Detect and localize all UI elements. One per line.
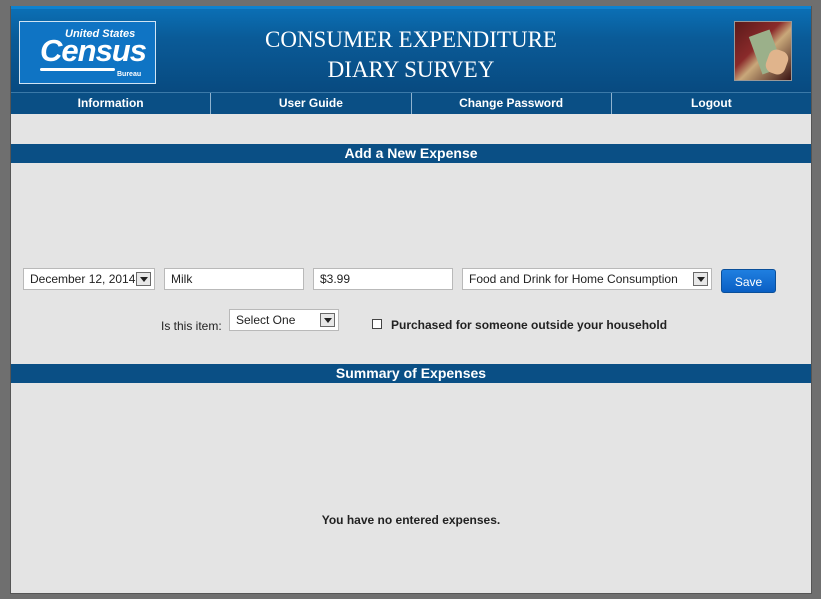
main-nav: Information User Guide Change Password L… <box>11 92 811 114</box>
header-banner: United States Census Bureau CONSUMER EXP… <box>11 6 811 92</box>
logo-line2: Census <box>40 33 147 68</box>
item-input[interactable]: Milk <box>164 268 304 290</box>
category-select[interactable]: Food and Drink for Home Consumption <box>462 268 712 290</box>
title-line1: CONSUMER EXPENDITURE <box>265 27 557 52</box>
nav-information[interactable]: Information <box>11 93 212 114</box>
logo-swoosh <box>40 68 115 71</box>
item-type-label: Is this item: <box>161 319 222 333</box>
amount-value: $3.99 <box>320 272 351 286</box>
app-window: United States Census Bureau CONSUMER EXP… <box>10 6 812 594</box>
nav-change-password[interactable]: Change Password <box>412 93 612 114</box>
page-title: CONSUMER EXPENDITURE DIARY SURVEY <box>201 25 621 85</box>
item-type-select[interactable]: Select One <box>229 309 339 331</box>
chevron-down-icon[interactable] <box>693 272 708 286</box>
chevron-down-icon[interactable] <box>136 272 151 286</box>
category-value: Food and Drink for Home Consumption <box>469 272 678 286</box>
date-select[interactable]: December 12, 2014 <box>23 268 155 290</box>
census-bureau-logo: United States Census Bureau <box>19 21 156 84</box>
title-line2: DIARY SURVEY <box>327 57 495 82</box>
empty-expenses-message: You have no entered expenses. <box>321 513 501 527</box>
nav-user-guide[interactable]: User Guide <box>211 93 412 114</box>
item-type-value: Select One <box>236 313 296 327</box>
amount-input[interactable]: $3.99 <box>313 268 453 290</box>
item-value: Milk <box>171 272 193 286</box>
save-button[interactable]: Save <box>721 269 776 293</box>
add-expense-heading: Add a New Expense <box>11 144 811 163</box>
summary-heading: Summary of Expenses <box>11 364 811 383</box>
date-value: December 12, 2014 <box>30 272 136 286</box>
purchased-outside-checkbox[interactable] <box>372 319 382 329</box>
nav-logout[interactable]: Logout <box>612 93 811 114</box>
chevron-down-icon[interactable] <box>320 313 335 327</box>
logo-line3: Bureau <box>117 71 142 78</box>
purchased-outside-label: Purchased for someone outside your house… <box>391 318 668 332</box>
money-photo <box>734 21 792 81</box>
